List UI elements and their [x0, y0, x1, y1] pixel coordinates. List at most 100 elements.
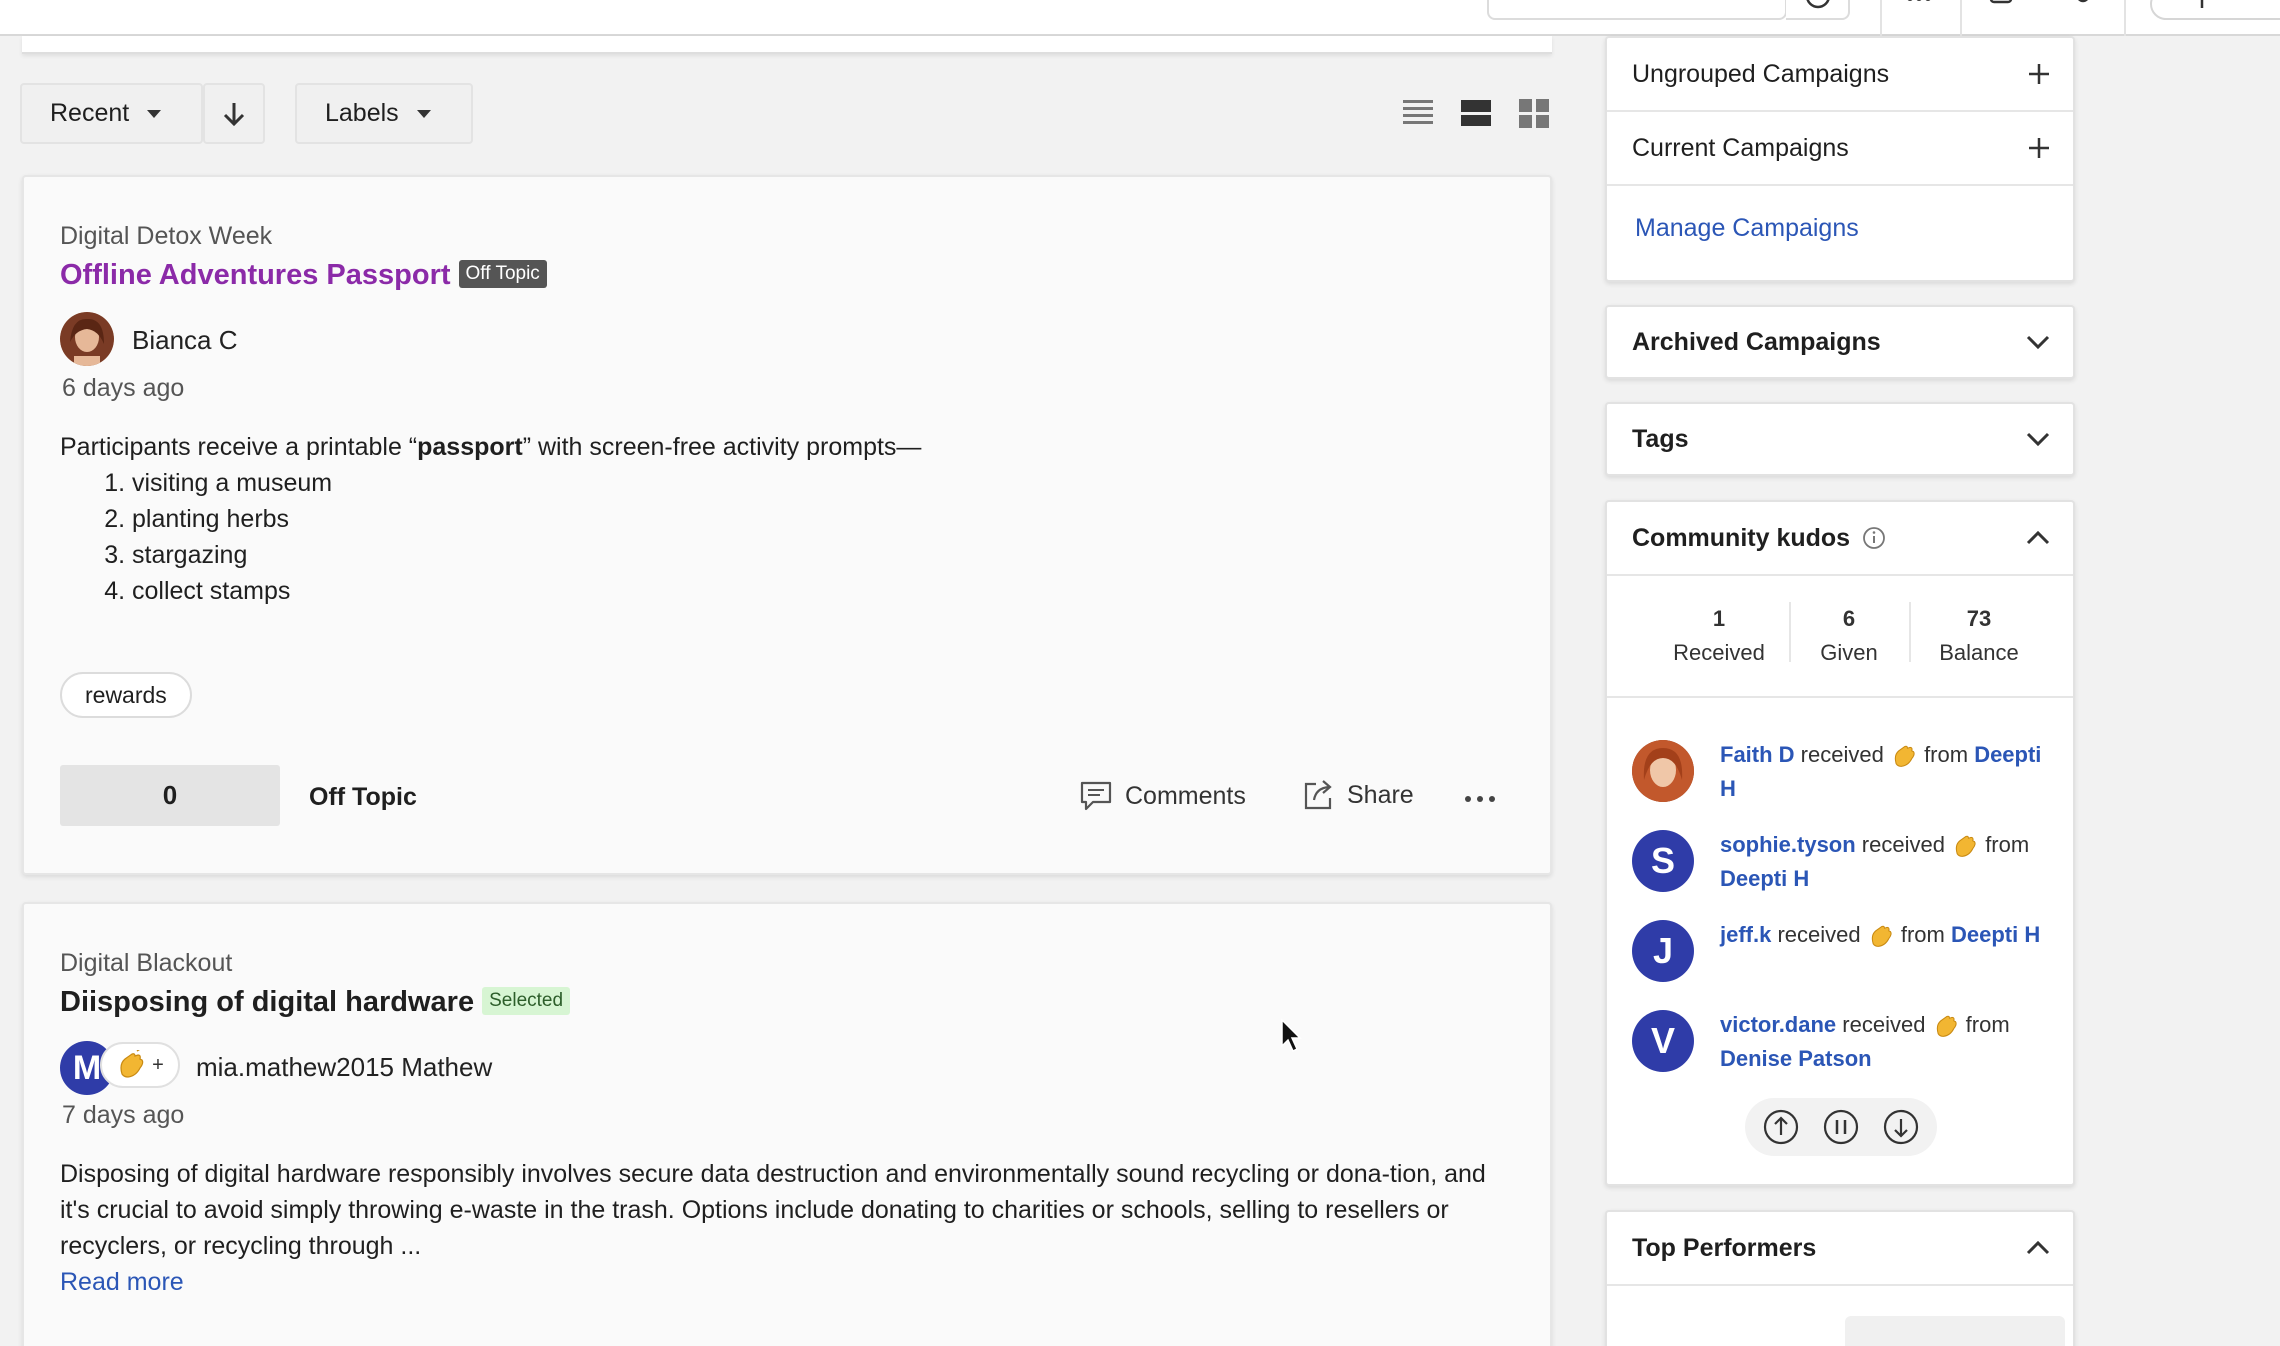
post-status: Off Topic	[309, 783, 417, 811]
pause-icon[interactable]	[1822, 1108, 1860, 1146]
stat-number: 1	[1712, 606, 1726, 631]
avatar[interactable]: S	[1632, 830, 1694, 892]
plus-icon[interactable]	[2027, 136, 2051, 160]
info-icon[interactable]	[1862, 526, 1886, 550]
vote-count[interactable]: 0	[60, 765, 280, 826]
current-campaigns-row[interactable]: Current Campaigns	[1607, 112, 2073, 184]
kudos-balance-stat: 73 Balance	[1919, 606, 2039, 666]
kudos-text: victor.dane received from Denise Patson	[1720, 1012, 2010, 1071]
status-badge: Off Topic	[458, 260, 547, 289]
kudos-text: Faith D received from Deepti H	[1720, 742, 2042, 801]
arrow-down-icon	[223, 102, 245, 126]
kudos-item: V victor.dane received from Denise Patso…	[1632, 1010, 2052, 1080]
list-item: visiting a museum	[132, 465, 1510, 501]
kudos-sender-link[interactable]: Deepti H	[1951, 922, 2040, 947]
author-name[interactable]: Bianca C	[132, 325, 238, 356]
kudos-sender-link[interactable]: Denise Patson	[1720, 1046, 1872, 1071]
tag-chip[interactable]: rewards	[60, 672, 192, 718]
more-options-icon[interactable]	[1464, 795, 1496, 803]
kudos-recipient-link[interactable]: jeff.k	[1720, 922, 1771, 947]
kudos-recipient-link[interactable]: sophie.tyson	[1720, 832, 1856, 857]
campaign-name: Digital Blackout	[60, 949, 233, 977]
kudos-given-stat: 6 Given	[1799, 606, 1899, 666]
profile-menu[interactable]	[2150, 0, 2280, 20]
avatar[interactable]	[60, 312, 114, 366]
clapping-hands-icon	[1867, 923, 1895, 949]
comments-label: Comments	[1125, 781, 1246, 810]
header-divider	[1960, 0, 1962, 36]
performer-placeholder	[1845, 1316, 2065, 1346]
author-name[interactable]: mia.mathew2015 Mathew	[196, 1052, 492, 1083]
stat-label: Received	[1673, 640, 1765, 665]
sort-dropdown[interactable]: Recent	[20, 83, 203, 144]
stat-number: 6	[1842, 606, 1856, 631]
ungrouped-campaigns-label: Ungrouped Campaigns	[1632, 59, 1890, 88]
card-view-icon[interactable]	[1460, 97, 1492, 129]
divider	[1607, 696, 2073, 698]
post-card: Digital Blackout Diisposing of digital h…	[22, 902, 1552, 1346]
add-reaction-button[interactable]: +	[100, 1042, 180, 1088]
avatar[interactable]: V	[1632, 1010, 1694, 1072]
plus-icon[interactable]	[2027, 62, 2051, 86]
post-body: Disposing of digital hardware responsibl…	[60, 1160, 1486, 1260]
divider	[1607, 574, 2073, 576]
chevron-up-icon	[2026, 530, 2050, 545]
mouse-cursor-icon	[1281, 1018, 1302, 1053]
scroll-down-icon[interactable]	[1882, 1108, 1920, 1146]
scroll-up-icon[interactable]	[1762, 1108, 1800, 1146]
clapping-hands-icon	[120, 1050, 144, 1078]
comment-icon	[1080, 781, 1112, 811]
archived-campaigns-toggle[interactable]: Archived Campaigns	[1607, 307, 2073, 377]
notifications-icon[interactable]	[2070, 0, 2096, 6]
tags-toggle[interactable]: Tags	[1607, 404, 2073, 474]
list-item: stargazing	[132, 537, 1510, 573]
post-title-text[interactable]: Diisposing of digital hardware	[60, 986, 474, 1018]
list-view-icon[interactable]	[1402, 97, 1434, 129]
divider	[1607, 184, 2073, 186]
kudos-text: sophie.tyson received from Deepti H	[1720, 832, 2030, 891]
post-title-text[interactable]: Offline Adventures Passport	[60, 259, 451, 291]
clapping-hands-icon	[1890, 743, 1918, 769]
sort-direction-button[interactable]	[203, 83, 265, 144]
divider	[1789, 602, 1791, 662]
grid-view-icon[interactable]	[1518, 97, 1550, 129]
kudos-recipient-link[interactable]: Faith D	[1720, 742, 1795, 767]
current-campaigns-label: Current Campaigns	[1632, 133, 1849, 162]
apps-icon[interactable]	[1906, 0, 1932, 6]
kudos-item: S sophie.tyson received from Deepti H	[1632, 830, 2052, 900]
clapping-hands-icon	[1932, 1013, 1960, 1039]
post-title[interactable]: Diisposing of digital hardware Selected	[60, 986, 571, 1019]
archived-campaigns-label: Archived Campaigns	[1632, 327, 1881, 356]
archived-campaigns-panel: Archived Campaigns	[1605, 305, 2075, 379]
chevron-down-icon	[2026, 432, 2050, 447]
avatar[interactable]	[1632, 740, 1694, 802]
kudos-sender-link[interactable]: Deepti H	[1720, 866, 1809, 891]
share-button[interactable]: Share	[1301, 778, 1414, 812]
manage-campaigns-link[interactable]: Manage Campaigns	[1635, 214, 1859, 243]
messages-icon[interactable]	[1988, 0, 2014, 6]
read-more-link[interactable]: Read more	[60, 1268, 184, 1297]
kudos-recipient-link[interactable]: victor.dane	[1720, 1012, 1836, 1037]
top-header	[0, 0, 2280, 36]
post-intro: Participants receive a printable “passpo…	[60, 433, 922, 461]
labels-dropdown[interactable]: Labels	[295, 83, 473, 144]
sort-label: Recent	[50, 99, 130, 127]
stat-number: 73	[1966, 606, 1992, 631]
search-button[interactable]	[1786, 0, 1850, 20]
ungrouped-campaigns-row[interactable]: Ungrouped Campaigns	[1607, 38, 2073, 110]
share-label: Share	[1347, 780, 1414, 809]
community-kudos-title: Community kudos	[1632, 523, 1851, 552]
caret-down-icon	[416, 109, 431, 118]
header-divider	[1880, 0, 1882, 36]
post-body: Participants receive a printable “passpo…	[60, 429, 1510, 609]
avatar[interactable]: J	[1632, 920, 1694, 982]
top-performers-toggle[interactable]: Top Performers	[1607, 1212, 2073, 1284]
user-photo-icon	[60, 312, 114, 366]
community-kudos-toggle[interactable]: Community kudos	[1607, 502, 2073, 574]
search-icon	[1806, 0, 1830, 9]
divider	[1909, 602, 1911, 662]
comments-button[interactable]: Comments	[1079, 780, 1246, 812]
share-icon	[1304, 780, 1332, 810]
post-title[interactable]: Offline Adventures Passport Off Topic	[60, 259, 547, 292]
search-input[interactable]	[1487, 0, 1787, 20]
